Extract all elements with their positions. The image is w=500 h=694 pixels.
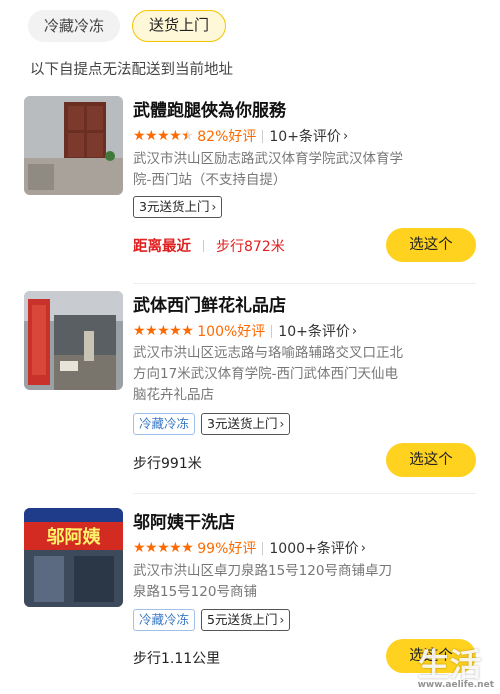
store-tags: 冷藏冷冻 5元送货上门 › [133,609,291,631]
watermark-logo: 生活 www.aelife.net [418,640,494,690]
tab-home-delivery[interactable]: 送货上门 [132,10,227,42]
distance-row: 步行991米 [133,453,202,473]
walk-distance: 步行1.11公里 [133,651,221,667]
store-tags: 冷藏冷冻 3元送货上门 › [133,413,291,435]
chevron-right-icon: › [279,417,285,431]
store-rating: ★★★★★ 99%好评 1000+条评价 › [133,538,366,558]
distance-divider [203,239,204,252]
rating-divider [271,324,273,338]
store-photo [24,96,123,195]
store-tags: 3元送货上门 › [133,196,223,218]
store-address: 武汉市洪山区励志路武汉体育学院武汉体育学院-西门站（不支持自提） [133,151,403,188]
delivery-fee-tag[interactable]: 3元送货上门 › [133,196,223,218]
store-address: 武汉市洪山区卓刀泉路15号120号商铺卓刀泉路15号120号商铺 [133,563,392,600]
watermark-url: www.aelife.net [417,680,494,690]
store-name[interactable]: 武体西门鲜花礼品店 [133,291,286,316]
rating-percent: 99%好评 [197,541,257,557]
chevron-right-icon: › [211,200,217,214]
rating-divider [262,541,264,555]
review-count-link[interactable]: 1000+条评价 [269,538,358,558]
chevron-right-icon: › [279,613,285,627]
rating-percent: 82%好评 [197,129,257,145]
star-icon: ★★★★★ [133,323,194,339]
delivery-fee-label: 3元送货上门 [139,199,210,214]
store-card[interactable]: 武体西门鲜花礼品店 ★★★★★ 100%好评 10+条评价 › 武汉市洪山区远志… [0,291,500,494]
cold-storage-tag: 冷藏冷冻 [133,413,196,435]
walk-distance: 步行991米 [133,456,202,472]
card-divider [133,493,476,494]
cold-storage-tag: 冷藏冷冻 [133,609,196,631]
review-count-link[interactable]: 10+条评价 [278,321,350,341]
store-rating: ★★★★★ 100%好评 10+条评价 › [133,321,357,341]
nearest-badge: 距离最近 [133,239,191,255]
walk-distance: 步行872米 [216,238,285,255]
chevron-right-icon: › [351,323,358,339]
distance-row: 距离最近 步行872米 [133,235,285,256]
tab-cold-storage[interactable]: 冷藏冷冻 [28,10,121,42]
star-icon: ★★★★★ [133,128,194,144]
chevron-right-icon: › [342,128,349,144]
card-divider [133,283,476,284]
store-photo [24,291,123,390]
rating-percent: 100%好评 [197,324,266,340]
store-card[interactable]: 武體跑腿俠為你服務 ★★★★★ 82%好评 10+条评价 › 武汉市洪山区励志路… [0,96,500,290]
shop-sign-text: 邬阿姨 [46,527,101,548]
delivery-fee-label: 5元送货上门 [207,612,278,627]
delivery-fee-tag[interactable]: 5元送货上门 › [201,609,291,631]
select-store-button[interactable]: 选这个 [386,443,476,477]
star-icon: ★★★★★ [133,540,194,556]
store-rating: ★★★★★ 82%好评 10+条评价 › [133,126,348,146]
select-store-button[interactable]: 选这个 [386,228,476,262]
watermark-text: 生活 [417,646,482,684]
chevron-right-icon: › [360,540,366,556]
store-name[interactable]: 邬阿姨干洗店 [133,508,235,533]
distance-row: 步行1.11公里 [133,648,220,668]
delivery-fee-label: 3元送货上门 [207,416,278,431]
delivery-fee-tag[interactable]: 3元送货上门 › [201,413,291,435]
store-address: 武汉市洪山区远志路与珞喻路辅路交叉口正北方向17米武汉体育学院-西门武体西门天仙… [133,345,403,403]
pickup-notice: 以下自提点无法配送到当前地址 [30,62,233,78]
rating-divider [262,129,264,143]
store-name[interactable]: 武體跑腿俠為你服務 [133,96,286,121]
delivery-mode-tabs: 冷藏冷冻 送货上门 [28,10,227,42]
store-photo: 邬阿姨 [24,508,123,607]
review-count-link[interactable]: 10+条评价 [269,126,341,146]
